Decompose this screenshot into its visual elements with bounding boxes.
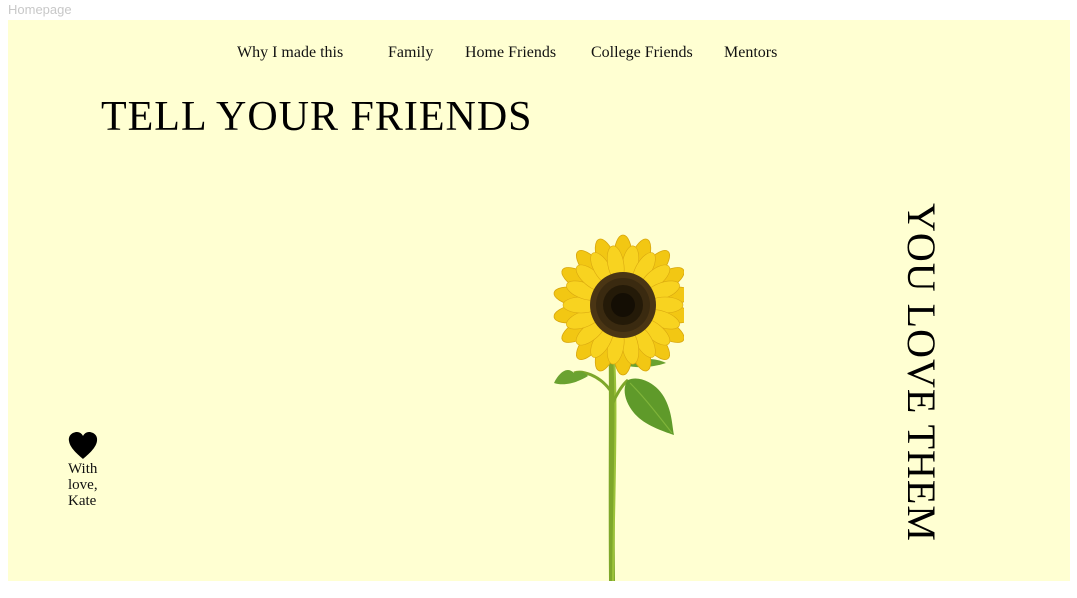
nav-college-friends[interactable]: College Friends bbox=[591, 44, 693, 62]
nav-home-friends[interactable]: Home Friends bbox=[465, 44, 556, 62]
signoff: With love, Kate bbox=[68, 461, 98, 509]
signoff-line: With bbox=[68, 461, 98, 477]
nav-why-i-made-this[interactable]: Why I made this bbox=[237, 44, 343, 62]
hero-vertical-text: YOU LOVE THEM bbox=[899, 203, 944, 542]
frame-label: Homepage bbox=[8, 2, 72, 17]
nav-mentors[interactable]: Mentors bbox=[724, 44, 777, 62]
signoff-line: love, bbox=[68, 477, 98, 493]
top-nav: Why I made this Family Home Friends Coll… bbox=[8, 44, 1070, 68]
signoff-name: Kate bbox=[68, 493, 97, 509]
hero-headline: TELL YOUR FRIENDS bbox=[101, 94, 533, 140]
sunflower-image bbox=[553, 234, 684, 581]
homepage-canvas: Why I made this Family Home Friends Coll… bbox=[8, 20, 1070, 581]
nav-family[interactable]: Family bbox=[388, 44, 433, 62]
heart-icon bbox=[68, 432, 98, 459]
